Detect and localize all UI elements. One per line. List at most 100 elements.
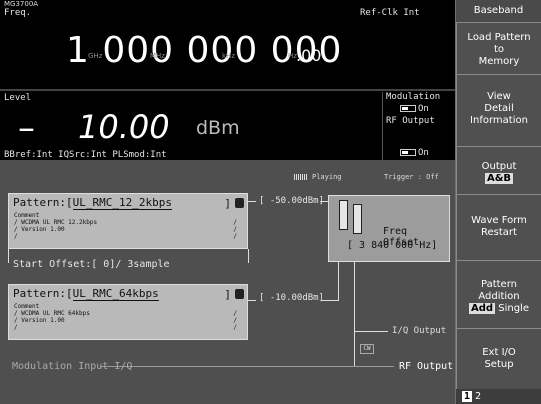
pattern-a-close: ] bbox=[224, 197, 231, 210]
baseband-status-line: BBref:Int IQSrc:Int PLSmod:Int bbox=[4, 150, 167, 160]
display-screen: MG3700A Freq. Ref-Clk Int 1 000 000 000 … bbox=[0, 0, 455, 404]
cw-indicator: CW bbox=[360, 344, 374, 354]
pattern-addition-button[interactable]: Pattern Addition Add Single bbox=[456, 260, 541, 328]
pattern-b-comment-2: / Version 1.00 bbox=[14, 317, 65, 324]
modulation-state: On bbox=[418, 104, 429, 114]
page-current: 1 bbox=[462, 391, 473, 402]
rf-output-toggle-icon bbox=[400, 149, 416, 156]
modulation-label: Modulation bbox=[386, 92, 441, 102]
rf-output-state: On bbox=[418, 148, 429, 158]
connector-line bbox=[248, 249, 249, 263]
ext-io-line-1: Setup bbox=[484, 359, 514, 370]
pattern-addition-line-0: Pattern bbox=[481, 279, 517, 290]
comment-slash: / bbox=[233, 233, 237, 240]
ext-io-line-0: Ext I/O bbox=[482, 347, 516, 358]
freq-label: Freq. bbox=[4, 8, 32, 18]
rf-output-label: RF Output bbox=[386, 116, 435, 126]
view-detail-button[interactable]: View Detail Information bbox=[456, 74, 541, 146]
wave-form-line-0: Wave Form bbox=[471, 215, 527, 226]
view-detail-line-0: View bbox=[487, 91, 511, 102]
comment-slash: / bbox=[233, 324, 237, 331]
wave-form-restart-button[interactable]: Wave Form Restart bbox=[456, 194, 541, 260]
trigger-status: Trigger : Off bbox=[384, 173, 439, 181]
load-pattern-line-1: to bbox=[493, 44, 505, 55]
pattern-addition-alt: Single bbox=[498, 303, 529, 314]
level-unit: dBm bbox=[196, 117, 240, 139]
pattern-a-comment-2: / Version 1.00 bbox=[14, 226, 65, 233]
connector-line bbox=[322, 300, 338, 301]
comment-slash: / bbox=[233, 219, 237, 226]
level-value[interactable]: 10.00 bbox=[78, 108, 170, 146]
output-selected: A&B bbox=[484, 173, 514, 184]
output-button[interactable]: Output A&B bbox=[456, 146, 541, 194]
connector-line bbox=[8, 249, 9, 263]
unit-khz: kHz bbox=[222, 52, 235, 60]
pattern-b-label: Pattern:[ bbox=[13, 287, 73, 300]
load-pattern-button[interactable]: Load Pattern to Memory bbox=[456, 22, 541, 74]
playing-indicator: Playing bbox=[294, 173, 342, 181]
pattern-addition-line-1: Addition bbox=[478, 291, 520, 302]
ref-clk-status: Ref-Clk Int bbox=[360, 8, 420, 18]
rf-output-line bbox=[100, 366, 394, 367]
pattern-a-box[interactable]: Pattern:[UL_RMC_12_2kbps ] Comment / WCD… bbox=[8, 193, 248, 249]
connector-line bbox=[248, 300, 256, 301]
iq-output-line bbox=[354, 331, 388, 332]
pattern-b-select-icon[interactable] bbox=[235, 289, 244, 299]
baseband-b-icon bbox=[353, 204, 362, 234]
comment-slash: / bbox=[233, 317, 237, 324]
pattern-a-title: Pattern:[UL_RMC_12_2kbps bbox=[13, 196, 172, 210]
pattern-b-comment-1: / WCDMA UL RMC 64kbps bbox=[14, 310, 90, 317]
frequency-readout[interactable]: 1 000 000 000 .00 bbox=[0, 22, 455, 72]
playing-bars-icon bbox=[294, 174, 308, 180]
pattern-b-power[interactable]: [ -10.00dBm] bbox=[259, 293, 324, 303]
unit-mhz: MHz bbox=[150, 52, 165, 60]
frequency-decimal: .00 bbox=[296, 46, 322, 65]
modulation-input-label: Modulation Input I/Q bbox=[12, 361, 133, 372]
connector-line bbox=[354, 262, 355, 366]
start-offset[interactable]: Start Offset:[ 0]/ 3sample bbox=[13, 259, 170, 270]
pattern-a-power[interactable]: [ -50.00dBm] bbox=[259, 196, 324, 206]
pattern-b-title: Pattern:[UL_RMC_64kbps bbox=[13, 287, 159, 301]
modulation-toggle-icon bbox=[400, 105, 416, 112]
rf-output-status: On bbox=[382, 148, 455, 160]
pattern-a-name: UL_RMC_12_2kbps bbox=[72, 196, 172, 210]
connector-line bbox=[338, 262, 339, 301]
softkey-page-indicator[interactable]: 12 bbox=[456, 389, 541, 404]
load-pattern-line-0: Load Pattern bbox=[467, 32, 531, 43]
pattern-b-close: ] bbox=[224, 288, 231, 301]
pattern-a-comment-0: Comment bbox=[14, 212, 40, 219]
view-detail-line-1: Detail bbox=[484, 103, 514, 114]
unit-hz: Hz bbox=[288, 52, 297, 60]
wave-form-line-1: Restart bbox=[481, 227, 517, 238]
pattern-a-label: Pattern:[ bbox=[13, 196, 73, 209]
iq-output-label: I/Q Output bbox=[392, 326, 447, 336]
comment-slash: / bbox=[233, 226, 237, 233]
output-status-panel: Modulation On RF Output bbox=[382, 92, 455, 148]
load-pattern-line-2: Memory bbox=[478, 56, 520, 67]
output-label: Output bbox=[481, 161, 517, 172]
playing-label: Playing bbox=[312, 173, 342, 181]
connector-line bbox=[320, 201, 328, 202]
view-detail-line-2: Information bbox=[470, 115, 528, 126]
pattern-addition-selected: Add bbox=[469, 303, 496, 314]
pattern-b-comment-0: Comment bbox=[14, 303, 40, 310]
brand-label: MG3700A bbox=[4, 0, 39, 8]
page-total: 2 bbox=[475, 391, 482, 402]
pattern-a-comment-3: / bbox=[14, 233, 18, 240]
pattern-b-name: UL_RMC_64kbps bbox=[72, 287, 159, 301]
softkey-menu-title: Baseband bbox=[456, 0, 541, 22]
baseband-a-icon bbox=[339, 200, 348, 230]
pattern-a-comment-1: / WCDMA UL RMC 12.2kbps bbox=[14, 219, 98, 226]
comment-slash: / bbox=[233, 310, 237, 317]
pattern-a-select-icon[interactable] bbox=[235, 198, 244, 208]
pattern-b-comment-3: / bbox=[14, 324, 18, 331]
unit-ghz: GHz bbox=[88, 52, 103, 60]
rf-output-label-path: RF Output bbox=[399, 361, 454, 372]
pattern-b-box[interactable]: Pattern:[UL_RMC_64kbps ] Comment / WCDMA… bbox=[8, 284, 248, 340]
freq-offset-value[interactable]: [ 3 840 000 Hz] bbox=[347, 240, 437, 251]
freq-offset-box[interactable]: Freq Offset [ 3 840 000 Hz] bbox=[328, 195, 450, 262]
level-sign: – bbox=[18, 108, 35, 148]
level-label: Level bbox=[4, 93, 32, 103]
ext-io-setup-button[interactable]: Ext I/O Setup bbox=[456, 328, 541, 389]
divider bbox=[0, 89, 455, 91]
